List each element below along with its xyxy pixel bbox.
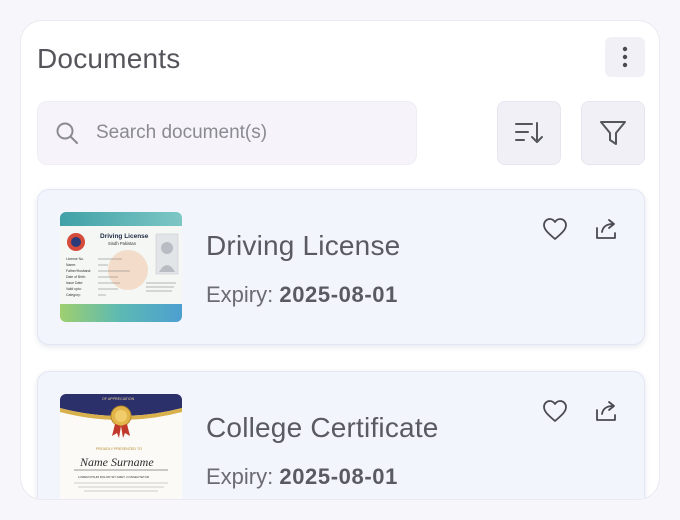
expiry-label: Expiry:	[206, 464, 274, 489]
sort-down-icon	[515, 122, 543, 143]
share-button[interactable]	[592, 214, 622, 244]
share-button[interactable]	[592, 396, 622, 426]
expiry-date: 2025-08-01	[279, 282, 398, 307]
certificate-top-text: OF APPRECIATION	[102, 397, 135, 401]
share-icon	[596, 219, 616, 239]
sort-button[interactable]	[497, 101, 561, 165]
thumbnail-field: Issue Date:	[66, 281, 83, 285]
share-icon	[596, 401, 616, 421]
search-icon	[54, 120, 80, 146]
thumbnail-field: Date of Birth:	[66, 275, 86, 279]
thumbnail-field: Father/Husband:	[66, 269, 91, 273]
certificate-body: LOREM IPSUM DOLOR SIT AMET, CONSECTETUR	[78, 475, 150, 479]
filter-button[interactable]	[581, 101, 645, 165]
page-title: Documents	[37, 43, 181, 74]
expiry-date: 2025-08-01	[279, 464, 398, 489]
thumbnail-field: Name:	[66, 263, 76, 267]
thumbnail-subheading: Sindh Pakistan	[108, 241, 137, 246]
document-card[interactable]: OF APPRECIATION PROUDLY PRESENTED TO Nam…	[37, 371, 645, 499]
filter-icon	[600, 121, 626, 145]
favorite-button[interactable]	[540, 214, 570, 244]
college-certificate-thumbnail: OF APPRECIATION PROUDLY PRESENTED TO Nam…	[60, 394, 182, 499]
document-title: Driving License	[206, 230, 401, 261]
thumbnail-field: Category:	[66, 293, 81, 297]
document-expiry: Expiry: 2025-08-01	[206, 464, 398, 490]
certificate-presented: PROUDLY PRESENTED TO	[96, 447, 142, 451]
more-menu-button[interactable]	[605, 37, 645, 77]
driving-license-thumbnail: Driving License Sindh Pakistan License N…	[60, 212, 182, 322]
heart-icon	[543, 218, 567, 240]
certificate-name: Name Surname	[79, 455, 154, 469]
document-title: College Certificate	[206, 412, 439, 443]
favorite-button[interactable]	[540, 396, 570, 426]
thumbnail-field: License No.	[66, 257, 84, 261]
search-box[interactable]	[37, 101, 417, 165]
more-vertical-icon	[622, 46, 628, 68]
documents-panel: Documents Search document(s) Driving Lic…	[20, 20, 660, 500]
document-card[interactable]: Driving License Sindh Pakistan License N…	[37, 189, 645, 345]
thumbnail-heading: Driving License	[100, 233, 149, 240]
expiry-label: Expiry:	[206, 282, 274, 307]
thumbnail-field: Valid upto:	[66, 287, 82, 291]
search-input[interactable]	[96, 122, 396, 144]
document-expiry: Expiry: 2025-08-01	[206, 282, 398, 308]
heart-icon	[543, 400, 567, 422]
